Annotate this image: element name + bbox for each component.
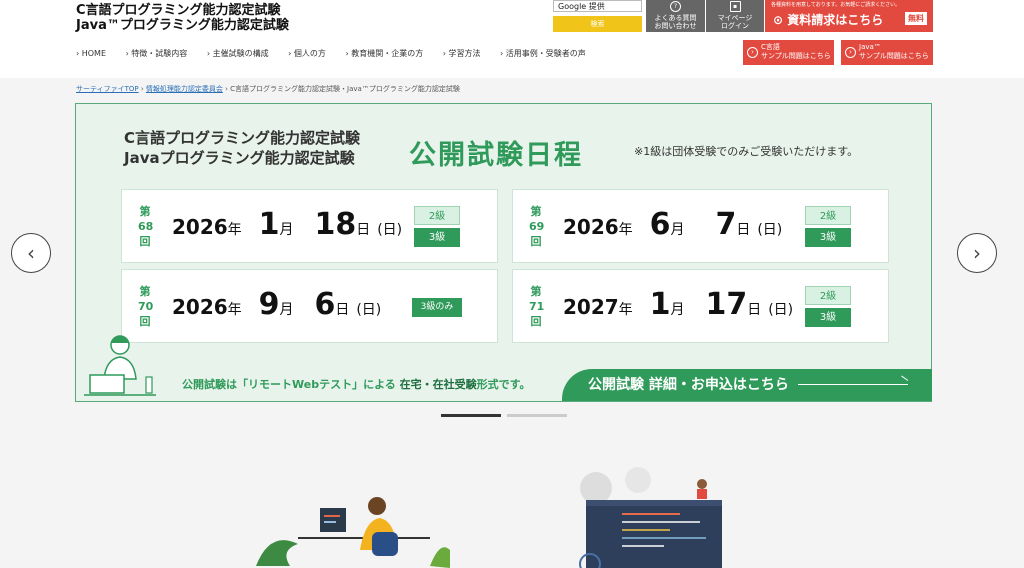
search-button[interactable]: 検索 [553, 16, 642, 32]
person-laptop-illustration [84, 335, 156, 396]
sample-java-line1: Java™ [859, 43, 881, 51]
document-request-button[interactable]: 各種資料を用意しております。お気軽にご請求ください。 ⊙ 資料請求はこちら 無料 [765, 0, 933, 32]
breadcrumb: サーティファイTOP › 情報処理能力認定委員会 › C言語プログラミング能力認… [76, 84, 460, 94]
banner-title-line2: Javaプログラミング能力認定試験 [124, 149, 355, 167]
docreq-label-text: 資料請求はこちら [787, 13, 884, 27]
site-header: C言語プログラミング能力認定試験 Java™プログラミング能力認定試験 › HO… [0, 0, 1024, 78]
docreq-label: ⊙ 資料請求はこちら [773, 11, 883, 28]
nav-institution[interactable]: › 教育機関・企業の方 [345, 48, 423, 59]
session-date: 2026年 9月 6日 (日) [172, 287, 382, 322]
session-card-71: 第 71 回 2027年 1月 17日 (日) 2級 3級 [512, 269, 889, 343]
faq-button[interactable]: ? よくある質問 お問い合わせ [646, 0, 705, 32]
session-date: 2026年 6月 7日 (日) [563, 207, 783, 242]
breadcrumb-current: C言語プログラミング能力認定試験・Java™プログラミング能力認定試験 [230, 85, 460, 93]
grade-badge: 3級 [414, 228, 460, 247]
session-number: 第 69 回 [529, 205, 545, 248]
grade-badge: 3級のみ [412, 298, 462, 317]
breadcrumb-sep: › [225, 85, 228, 93]
sample-c-line1: C言語 [761, 43, 780, 51]
programmer-illustration [256, 497, 450, 568]
global-nav: › HOME › 特徴・試験内容 › 主催試験の構成 › 個人の方 › 教育機関… [76, 48, 603, 59]
carousel-prev-button[interactable]: ‹ [11, 233, 51, 273]
grade-badge: 3級 [805, 228, 851, 247]
session-number: 第 68 回 [138, 205, 154, 248]
banner-title-line1: C言語プログラミング能力認定試験 [124, 129, 361, 147]
grade-badge: 2級 [805, 206, 851, 225]
banner-note: ※1級は団体受験でのみご受験いただけます。 [634, 145, 859, 158]
session-date: 2027年 1月 17日 (日) [563, 287, 794, 322]
grade-badge: 3級 [805, 308, 851, 327]
chevron-circle-icon: ⊙ [773, 13, 788, 27]
banner-heading: 公開試験日程 [409, 140, 583, 171]
faq-line2: お問い合わせ [654, 22, 697, 30]
breadcrumb-item-committee[interactable]: 情報処理能力認定委員会 [146, 85, 223, 93]
session-card-70: 第 70 回 2026年 9月 6日 (日) 3級のみ [121, 269, 498, 343]
grade-badge: 2級 [805, 286, 851, 305]
sample-c-button[interactable]: C言語 サンプル問題はこちら [743, 40, 834, 65]
sample-java-line2: サンプル問題はこちら [859, 52, 929, 60]
session-number: 第 71 回 [529, 285, 545, 328]
free-badge: 無料 [905, 12, 927, 25]
breadcrumb-sep: › [140, 85, 144, 93]
docreq-note: 各種資料を用意しております。お気軽にご請求ください。 [771, 2, 901, 8]
sample-c-line2: サンプル問題はこちら [761, 52, 831, 60]
cta-label: 公開試験 詳細・お申込はこちら [588, 377, 789, 393]
schedule-banner[interactable]: C言語プログラミング能力認定試験 Javaプログラミング能力認定試験 公開試験日… [75, 103, 932, 402]
banner-title: C言語プログラミング能力認定試験 Javaプログラミング能力認定試験 [124, 128, 360, 168]
search-input[interactable]: Google 提供 [553, 0, 642, 12]
exam-details-cta[interactable]: 公開試験 詳細・お申込はこちら [562, 369, 932, 401]
mypage-line1: マイページ [717, 14, 753, 22]
nav-cases[interactable]: › 活用事例・受験者の声 [500, 48, 586, 59]
session-card-68: 第 68 回 2026年 1月 18日 (日) 2級 3級 [121, 189, 498, 263]
search-brand: Google 提供 [558, 2, 605, 11]
breadcrumb-item-top[interactable]: サーティファイTOP [76, 85, 139, 93]
carousel-dot-2[interactable] [507, 414, 567, 417]
nav-individual[interactable]: › 個人の方 [288, 48, 326, 59]
site-title-line1: C言語プログラミング能力認定試験 [76, 3, 281, 18]
session-card-69: 第 69 回 2026年 6月 7日 (日) 2級 3級 [512, 189, 889, 263]
mypage-button[interactable]: ▪ マイページ ログイン [706, 0, 764, 32]
lock-icon: ▪ [729, 1, 741, 12]
carousel-dot-1[interactable] [441, 414, 501, 417]
site-title-line2: Java™プログラミング能力認定試験 [76, 18, 289, 33]
question-icon: ? [670, 1, 681, 12]
faq-line1: よくある質問 [654, 14, 697, 22]
arrow-right-icon [798, 384, 908, 385]
carousel-next-button[interactable]: › [957, 233, 997, 273]
sample-java-button[interactable]: Java™ サンプル問題はこちら [841, 40, 933, 65]
nav-features[interactable]: › 特徴・試験内容 [126, 48, 188, 59]
session-date: 2026年 1月 18日 (日) [172, 207, 403, 242]
nav-study[interactable]: › 学習方法 [443, 48, 481, 59]
code-screen-illustration [579, 467, 722, 568]
site-title[interactable]: C言語プログラミング能力認定試験 Java™プログラミング能力認定試験 [76, 3, 289, 33]
mypage-line2: ログイン [721, 22, 749, 30]
nav-home[interactable]: › HOME [76, 49, 106, 58]
banner-footer-text: 公開試験は「リモートWebテスト」による 在宅・在社受験形式です。 [182, 378, 531, 391]
grade-badge: 2級 [414, 206, 460, 225]
nav-structure[interactable]: › 主催試験の構成 [207, 48, 269, 59]
